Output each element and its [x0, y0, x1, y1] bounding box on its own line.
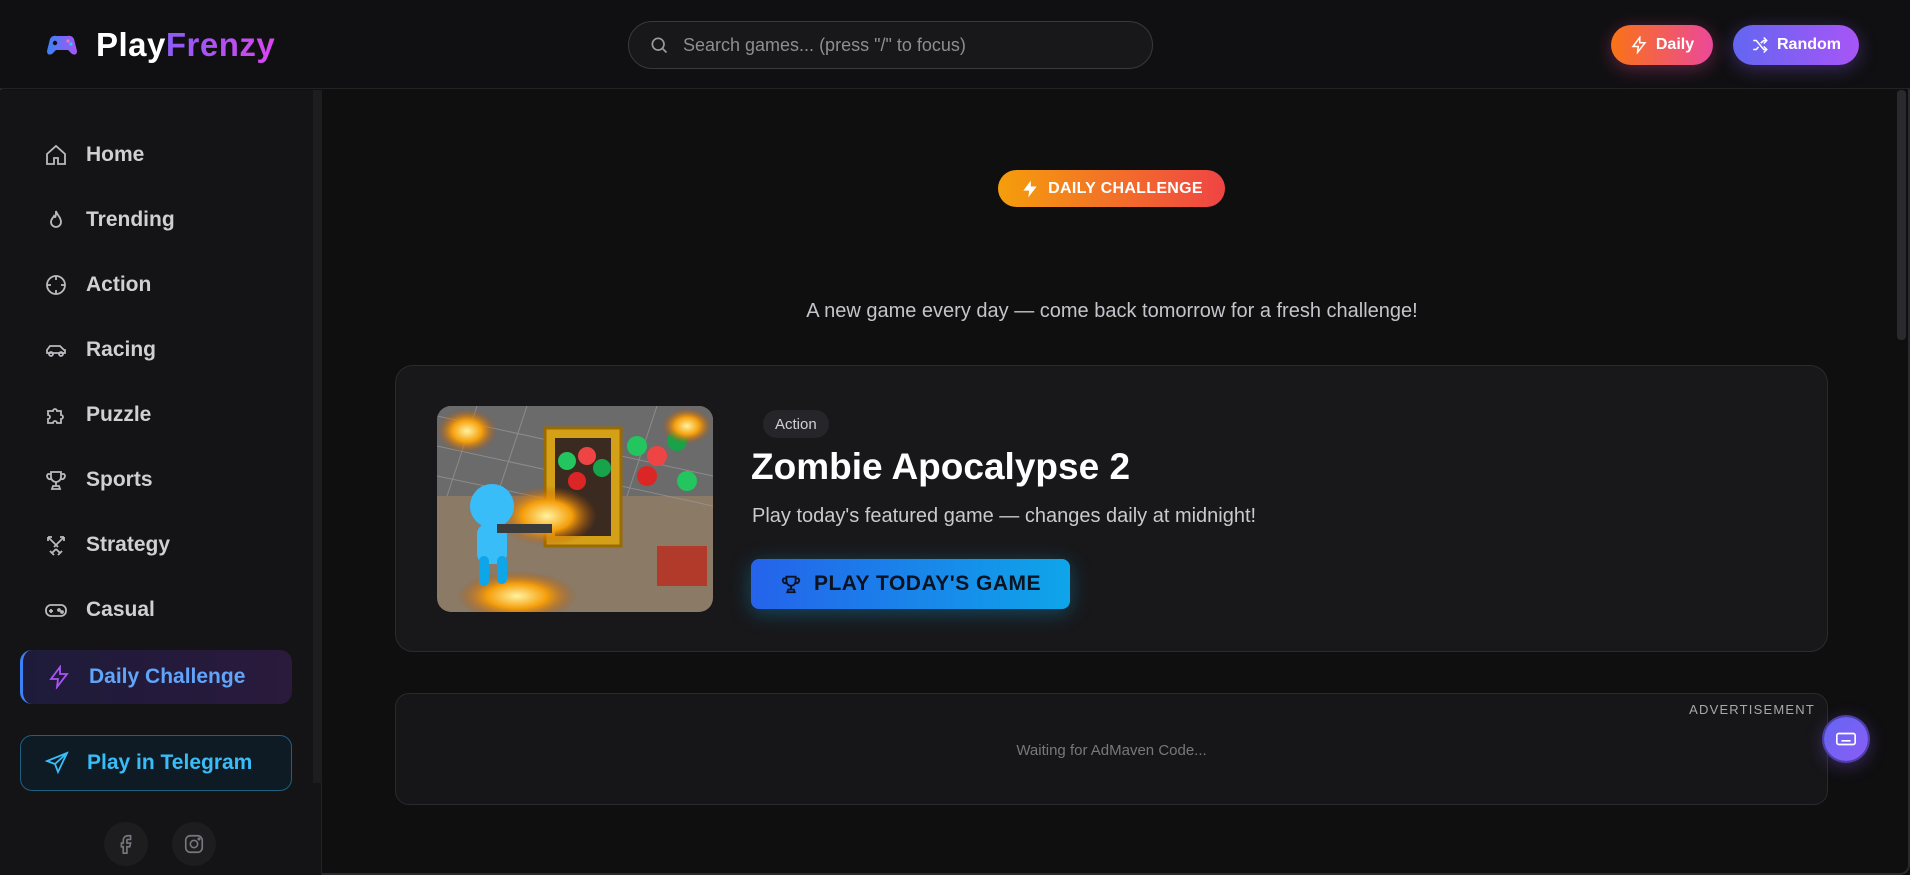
- search-bar: [628, 21, 1153, 69]
- shuffle-icon: [1753, 36, 1768, 54]
- car-icon: [46, 345, 66, 357]
- sidebar-item-racing[interactable]: Racing: [20, 323, 292, 377]
- lightning-icon: [1631, 36, 1647, 54]
- keyboard-shortcuts-button[interactable]: [1824, 717, 1868, 761]
- daily-button-label: Daily: [1655, 36, 1695, 53]
- instagram-link[interactable]: [172, 822, 216, 866]
- main-scrollbar[interactable]: [1897, 90, 1906, 340]
- featured-game-card: Action Zombie Apocalypse 2 Play today's …: [395, 365, 1828, 652]
- sidebar-item-label: Casual: [86, 598, 155, 621]
- lightning-icon: [1023, 180, 1037, 197]
- search-input[interactable]: [683, 34, 1123, 56]
- search-icon: [651, 37, 668, 54]
- game-description: Play today's featured game — changes dai…: [752, 505, 1257, 527]
- sidebar-item-label: Strategy: [86, 533, 171, 556]
- sidebar-item-home[interactable]: Home: [20, 128, 292, 182]
- social-links: [104, 822, 216, 866]
- sidebar-scrollbar[interactable]: [313, 90, 322, 783]
- sidebar-item-telegram[interactable]: Play in Telegram: [20, 735, 292, 791]
- sidebar-item-daily-challenge[interactable]: Daily Challenge: [20, 650, 292, 704]
- random-button[interactable]: Random: [1733, 25, 1859, 65]
- sidebar-item-label: Play in Telegram: [87, 751, 253, 774]
- play-button-label: PLAY TODAY'S GAME: [813, 572, 1042, 595]
- sidebar-item-label: Puzzle: [86, 403, 152, 426]
- send-icon: [45, 751, 69, 775]
- sidebar-item-trending[interactable]: Trending: [20, 193, 292, 247]
- home-icon: [46, 144, 66, 165]
- sidebar: Home Trending Action Racing Puzzle Sport…: [0, 90, 322, 875]
- ad-label: ADVERTISEMENT: [1689, 702, 1815, 717]
- brand-name-frenzy: Frenzy: [165, 26, 276, 63]
- game-title: Zombie Apocalypse 2: [751, 446, 1131, 487]
- crosshair-icon: [46, 275, 66, 295]
- sidebar-item-action[interactable]: Action: [20, 258, 292, 312]
- game-thumbnail-art: [437, 406, 713, 612]
- sidebar-item-label: Action: [86, 273, 152, 296]
- sidebar-item-strategy[interactable]: Strategy: [20, 518, 292, 572]
- advertisement-slot: ADVERTISEMENT Waiting for AdMaven Code..…: [395, 693, 1828, 805]
- lightning-icon: [49, 665, 69, 689]
- genre-tag[interactable]: Action: [763, 410, 829, 438]
- sidebar-item-label: Home: [86, 143, 145, 166]
- facebook-link[interactable]: [104, 822, 148, 866]
- daily-button[interactable]: Daily: [1611, 25, 1713, 65]
- ad-status: Waiting for AdMaven Code...: [1016, 742, 1207, 759]
- gamepad-icon: [45, 604, 67, 617]
- top-bar: PlayFrenzy Daily Random: [0, 0, 1910, 89]
- sidebar-item-sports[interactable]: Sports: [20, 453, 292, 507]
- sidebar-item-label: Sports: [86, 468, 153, 491]
- badge-label: DAILY CHALLENGE: [1048, 179, 1203, 197]
- sidebar-item-puzzle[interactable]: Puzzle: [20, 388, 292, 442]
- sidebar-item-label: Trending: [86, 208, 175, 231]
- flame-icon: [50, 210, 62, 228]
- logo[interactable]: PlayFrenzy: [44, 26, 275, 64]
- trophy-icon: [781, 575, 801, 594]
- page-tagline: A new game every day — come back tomorro…: [806, 300, 1418, 322]
- sidebar-item-casual[interactable]: Casual: [20, 583, 292, 637]
- puzzle-icon: [47, 408, 64, 424]
- game-thumbnail[interactable]: [437, 406, 713, 612]
- brand-name-play: Play: [96, 26, 166, 63]
- daily-challenge-badge: DAILY CHALLENGE: [998, 170, 1225, 207]
- instagram-icon: [184, 834, 204, 854]
- sidebar-item-label: Daily Challenge: [89, 665, 246, 688]
- random-button-label: Random: [1777, 36, 1841, 53]
- sidebar-item-label: Racing: [86, 338, 157, 361]
- gamepad-logo-icon: [47, 35, 77, 55]
- keyboard-icon: [1836, 732, 1856, 746]
- brand-name: PlayFrenzy: [96, 26, 275, 64]
- facebook-icon: [120, 834, 132, 854]
- swords-icon: [47, 536, 65, 556]
- play-todays-game-button[interactable]: PLAY TODAY'S GAME: [751, 559, 1070, 609]
- trophy-icon: [46, 471, 66, 490]
